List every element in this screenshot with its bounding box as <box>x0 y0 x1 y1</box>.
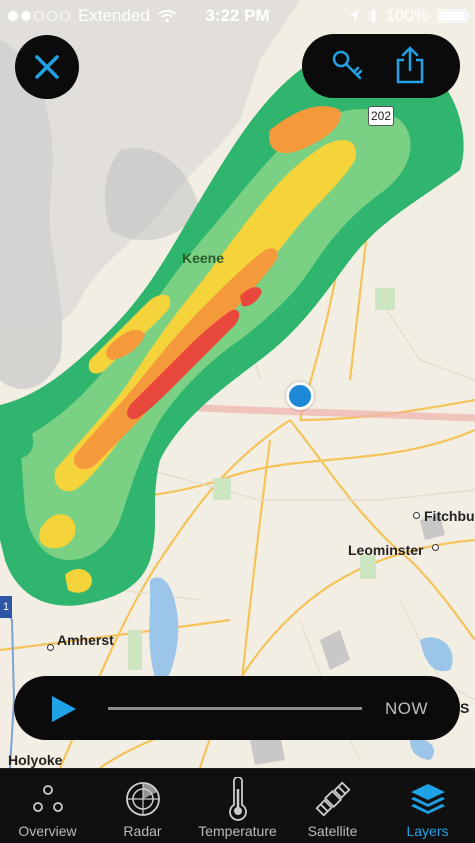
share-icon <box>396 46 424 84</box>
bluetooth-icon <box>367 8 377 24</box>
now-label[interactable]: NOW <box>385 699 428 719</box>
close-icon <box>35 55 59 79</box>
city-label-fitchburg: Fitchbu <box>424 508 475 524</box>
status-right: 100% <box>348 6 470 26</box>
interstate-shield: 1 <box>0 596 12 618</box>
play-icon[interactable] <box>52 696 76 722</box>
radar-icon <box>125 782 160 816</box>
tab-satellite[interactable]: Satellite <box>285 769 380 843</box>
battery-icon <box>437 9 470 23</box>
city-dot-fitchburg <box>413 512 420 519</box>
tab-radar[interactable]: Radar <box>95 769 190 843</box>
city-dot-amherst <box>47 644 54 651</box>
location-arrow-icon <box>348 10 359 22</box>
overview-icon <box>32 785 63 812</box>
share-button[interactable] <box>394 46 426 89</box>
layers-icon <box>410 784 445 814</box>
city-label-holyoke: Holyoke <box>8 752 63 768</box>
status-bar: Extended 3:22 PM 100% <box>0 0 475 32</box>
radar-playback-bar: NOW <box>14 676 460 740</box>
map-canvas <box>0 0 475 768</box>
tab-satellite-label: Satellite <box>307 823 358 839</box>
close-button[interactable] <box>15 35 79 99</box>
tab-overview[interactable]: Overview <box>0 769 95 843</box>
current-location-marker[interactable] <box>286 382 314 410</box>
city-label-leominster: Leominster <box>348 542 424 558</box>
tab-radar-label: Radar <box>123 823 162 839</box>
tab-layers-label: Layers <box>406 823 449 839</box>
legend-key-button[interactable] <box>330 48 364 87</box>
tab-layers[interactable]: Layers <box>380 769 475 843</box>
route-202-shield: 202 <box>368 106 394 126</box>
tab-overview-label: Overview <box>18 823 77 839</box>
radar-map[interactable]: 202 1 Keene Fitchbu Leominster Amherst H… <box>0 0 475 768</box>
tab-temperature-label: Temperature <box>198 823 277 839</box>
map-actions-toolbar <box>302 34 460 98</box>
city-dot-leominster <box>432 544 439 551</box>
timeline-scrubber[interactable] <box>108 707 362 710</box>
tab-bar: Overview Radar Temperature Satellite Lay… <box>0 768 475 843</box>
key-icon <box>332 50 363 80</box>
city-label-amherst: Amherst <box>57 632 114 648</box>
city-label-keene: Keene <box>182 250 225 266</box>
battery-percent: 100% <box>385 6 429 25</box>
city-label-partial: S <box>460 700 470 716</box>
satellite-icon <box>314 781 351 817</box>
tab-temperature[interactable]: Temperature <box>190 769 285 843</box>
thermometer-icon <box>228 777 247 821</box>
